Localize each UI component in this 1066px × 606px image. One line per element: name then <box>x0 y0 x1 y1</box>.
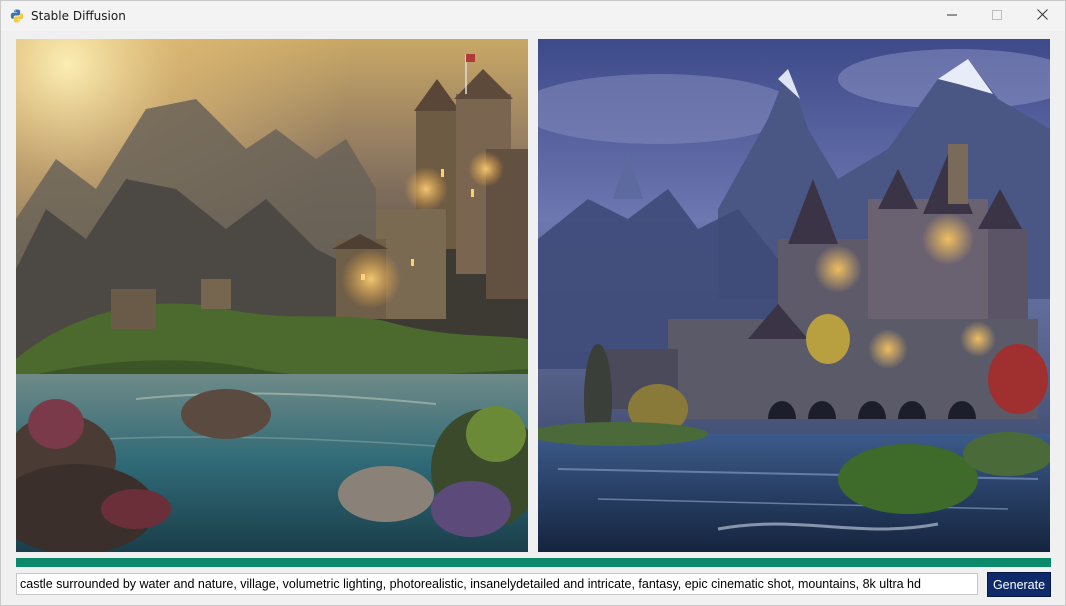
close-icon <box>1036 7 1048 25</box>
python-icon <box>10 9 24 23</box>
app-window: Stable Diffusion castle surrounded by wa… <box>0 0 1066 606</box>
generation-progress-bar <box>16 558 1051 567</box>
image-castle-blue-night <box>538 39 1050 552</box>
maximize-button[interactable] <box>974 1 1020 31</box>
minimize-icon <box>947 7 957 25</box>
prompt-input[interactable] <box>16 573 978 595</box>
minimize-button[interactable] <box>929 1 975 31</box>
progress-fill <box>16 558 1051 567</box>
close-button[interactable] <box>1019 1 1065 31</box>
window-title: Stable Diffusion <box>31 9 126 23</box>
generate-button[interactable]: Generate <box>987 572 1051 597</box>
image-castle-sunset <box>16 39 528 552</box>
maximize-icon <box>992 7 1002 25</box>
generated-image-right <box>538 39 1050 552</box>
generated-image-left <box>16 39 528 552</box>
title-bar[interactable]: Stable Diffusion <box>1 1 1065 31</box>
